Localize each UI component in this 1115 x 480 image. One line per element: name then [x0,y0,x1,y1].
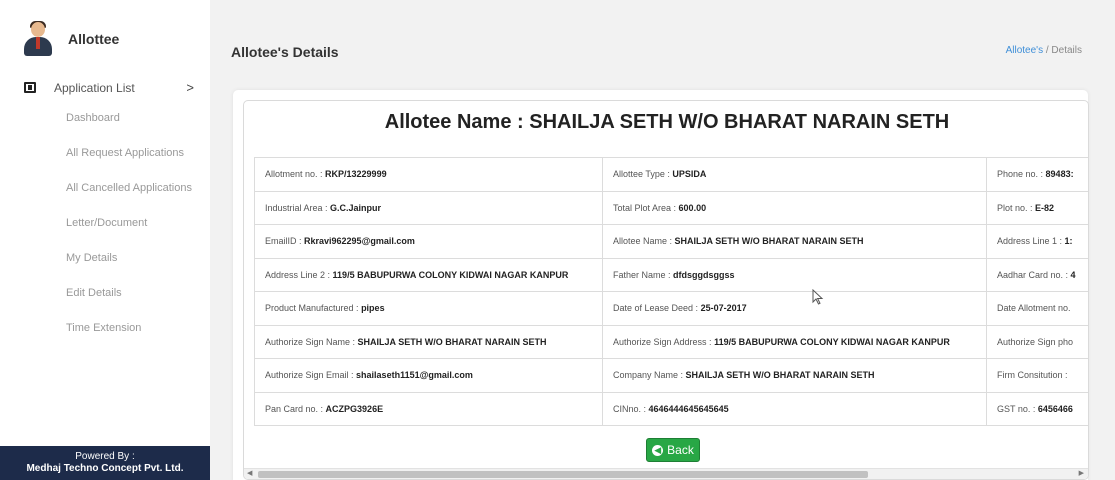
table-row: Allotment no. : RKP/13229999 Allottee Ty… [254,157,1088,192]
table-cell: Authorize Sign Address : 119/5 BABUPURWA… [602,324,987,359]
table-cell: Allottee Type : UPSIDA [602,157,987,192]
table-cell: Address Line 2 : 119/5 BABUPURWA COLONY … [254,257,603,292]
table-cell: Allotee Name : SHAILJA SETH W/O BHARAT N… [602,224,987,259]
avatar [22,21,54,56]
details-card: Allotee Name : SHAILJA SETH W/O BHARAT N… [233,90,1089,480]
table-cell: Authorize Sign Name : SHAILJA SETH W/O B… [254,324,603,359]
breadcrumb: Allotee's / Details [1006,45,1082,56]
table-row: Industrial Area : G.C.Jainpur Total Plot… [254,190,1088,225]
left-arrow-circle-icon: ◀ [652,444,664,456]
table-cell: Product Manufactured : pipes [254,291,603,326]
details-table: Allotment no. : RKP/13229999 Allottee Ty… [254,157,1088,426]
table-row: Pan Card no. : ACZPG3926E CINno. : 46464… [254,391,1088,426]
table-cell: Allotment no. : RKP/13229999 [254,157,603,192]
table-cell: Plot no. : E-82 [986,190,1088,225]
table-cell: Date of Lease Deed : 25-07-2017 [602,291,987,326]
user-role-label: Allottee [68,31,120,47]
table-cell: Company Name : SHAILJA SETH W/O BHARAT N… [602,358,987,393]
scroll-left-arrow-icon[interactable]: ◀ [247,469,252,479]
sidebar-item-time-extension[interactable]: Time Extension [66,321,192,356]
table-cell: Authorize Sign pho [986,324,1088,359]
table-cell: Pan Card no. : ACZPG3926E [254,391,603,426]
sidebar-submenu: Dashboard All Request Applications All C… [66,111,192,356]
table-cell: EmailID : Rkravi962295@gmail.com [254,224,603,259]
company-name: Medhaj Techno Concept Pvt. Ltd. [26,463,184,474]
table-row: Product Manufactured : pipes Date of Lea… [254,291,1088,326]
table-cell: Aadhar Card no. : 4 [986,257,1088,292]
allotee-name-heading: Allotee Name : SHAILJA SETH W/O BHARAT N… [384,111,950,133]
user-profile: Allottee [22,21,120,56]
table-row: EmailID : Rkravi962295@gmail.com Allotee… [254,224,1088,259]
details-panel: Allotee Name : SHAILJA SETH W/O BHARAT N… [243,100,1089,480]
back-button[interactable]: ◀ Back [646,438,700,462]
chevron-right-icon: > [186,80,194,95]
sidebar-item-edit-details[interactable]: Edit Details [66,286,192,321]
page-title: Allotee's Details [231,44,339,60]
table-cell: Total Plot Area : 600.00 [602,190,987,225]
table-row: Address Line 2 : 119/5 BABUPURWA COLONY … [254,257,1088,292]
sidebar-item-my-details[interactable]: My Details [66,251,192,286]
table-cell: Phone no. : 89483: [986,157,1088,192]
horizontal-scrollbar[interactable]: ◀ ▶ [244,468,1088,479]
powered-by-label: Powered By : [75,451,135,462]
list-icon [24,82,36,93]
table-cell: Industrial Area : G.C.Jainpur [254,190,603,225]
scrollbar-thumb[interactable] [258,471,868,478]
table-row: Authorize Sign Name : SHAILJA SETH W/O B… [254,324,1088,359]
table-cell: Address Line 1 : 1: [986,224,1088,259]
breadcrumb-current: Details [1051,45,1082,56]
sidebar-item-all-cancelled-applications[interactable]: All Cancelled Applications [66,181,192,216]
sidebar-item-dashboard[interactable]: Dashboard [66,111,192,146]
table-cell: Father Name : dfdsggdsggss [602,257,987,292]
table-row: Authorize Sign Email : shailaseth1151@gm… [254,358,1088,393]
table-cell: Firm Consitution : [986,358,1088,393]
back-button-label: Back [667,443,694,457]
breadcrumb-link-allotees[interactable]: Allotee's [1006,45,1044,56]
table-cell: Date Allotment no. [986,291,1088,326]
sidebar-item-letter-document[interactable]: Letter/Document [66,216,192,251]
table-cell: GST no. : 6456466 [986,391,1088,426]
table-cell: CINno. : 4646444645645645 [602,391,987,426]
mouse-cursor-icon [812,289,824,305]
scroll-right-arrow-icon[interactable]: ▶ [1079,469,1084,479]
table-cell: Authorize Sign Email : shailaseth1151@gm… [254,358,603,393]
sidebar: Allottee Application List > Dashboard Al… [0,0,210,480]
sidebar-item-all-request-applications[interactable]: All Request Applications [66,146,192,181]
sidebar-footer: Powered By : Medhaj Techno Concept Pvt. … [0,446,210,480]
sidebar-item-label: Application List [54,80,135,95]
sidebar-item-application-list[interactable]: Application List > [24,80,194,95]
